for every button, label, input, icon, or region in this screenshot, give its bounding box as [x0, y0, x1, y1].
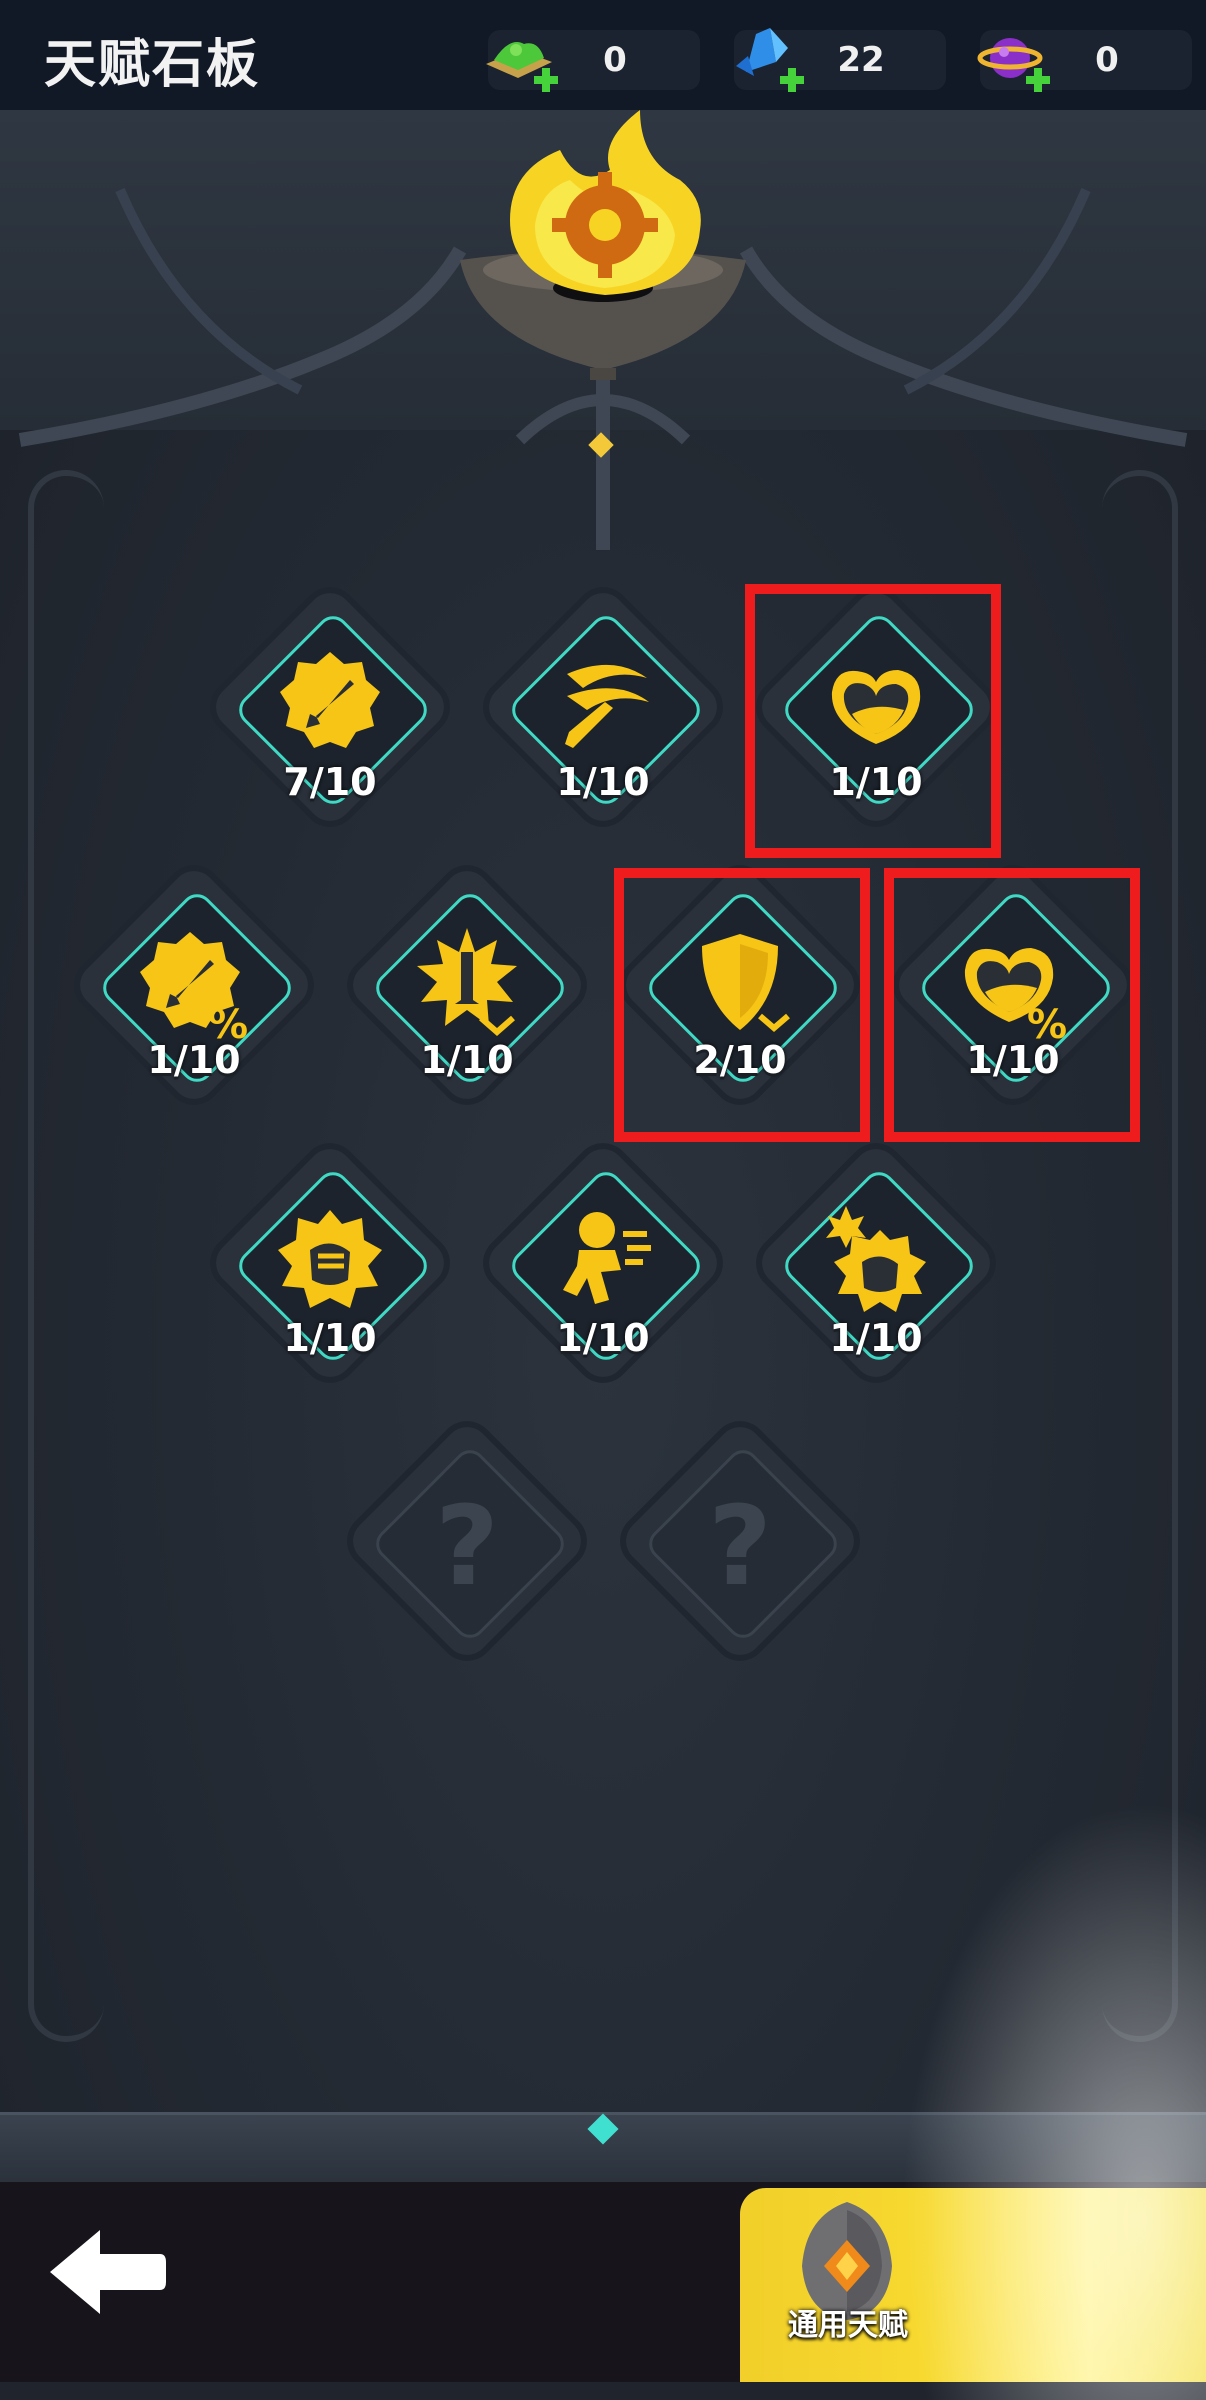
talent-node[interactable]: % 1/10: [70, 861, 318, 1128]
talent-node[interactable]: 1/10: [343, 861, 591, 1128]
back-arrow-icon[interactable]: [42, 2222, 172, 2322]
currency-purple[interactable]: 0: [977, 30, 1192, 92]
talent-node[interactable]: 1/10: [206, 1139, 454, 1406]
highlight-box-heart: [745, 584, 1001, 858]
locked-question-icon: ?: [435, 1482, 499, 1610]
general-talent-label: 通用天赋: [788, 2308, 908, 2343]
burst-sword-icon: [417, 928, 517, 1036]
slash-icon: [565, 664, 649, 748]
currency-green[interactable]: 0: [486, 30, 700, 92]
fist-burst-icon: [826, 1206, 926, 1312]
currency-green-value: 0: [603, 40, 627, 80]
talent-level: 1/10: [556, 1316, 650, 1360]
talent-node[interactable]: 1/10: [479, 1139, 727, 1406]
talent-node[interactable]: 7/10: [206, 583, 454, 850]
runner-icon: [563, 1212, 651, 1304]
talent-node[interactable]: 1/10: [752, 1139, 1000, 1406]
sword-badge-icon: [280, 652, 380, 748]
currency-blue-value: 22: [837, 40, 885, 80]
frame-left: [28, 470, 104, 2042]
talent-level: 1/10: [147, 1038, 241, 1082]
svg-text:%: %: [208, 1002, 248, 1042]
talent-level: 1/10: [283, 1316, 377, 1360]
locked-question-icon: ?: [708, 1482, 772, 1610]
sword-badge-percent-icon: %: [140, 932, 248, 1042]
top-bar: 天赋石板 0 22 0: [0, 0, 1206, 110]
highlight-box-shield: [614, 868, 870, 1142]
light-glare: [900, 1800, 1206, 2400]
flame-emblem-icon: [510, 110, 701, 295]
fist-icon: [278, 1210, 382, 1308]
locked-talent-node[interactable]: ?: [343, 1417, 591, 1684]
talent-level: 1/10: [420, 1038, 514, 1082]
talent-level: 7/10: [283, 760, 377, 804]
highlight-box-heart-percent: [884, 868, 1140, 1142]
locked-talent-node[interactable]: ?: [616, 1417, 864, 1684]
currency-blue[interactable]: 22: [734, 28, 946, 92]
talent-node[interactable]: 1/10: [479, 583, 727, 850]
page-title: 天赋石板: [44, 35, 261, 95]
talent-level: 1/10: [556, 760, 650, 804]
currency-purple-value: 0: [1095, 40, 1119, 80]
talent-level: 1/10: [829, 1316, 923, 1360]
